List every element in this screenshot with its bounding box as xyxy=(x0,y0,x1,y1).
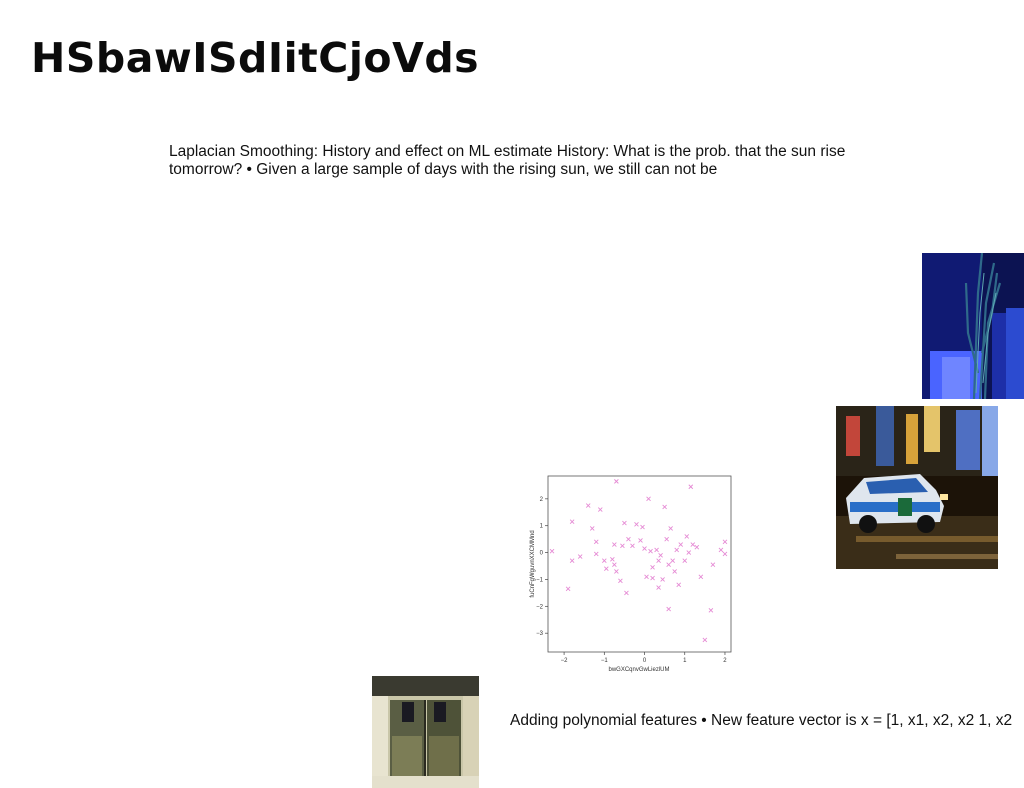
x-tick-label: −1 xyxy=(601,658,609,664)
photo-c-graphic xyxy=(372,676,479,788)
scatter-chart: −2 −1 0 1 2 −3 −2 −1 0 1 2 bwGXCqnvGwLiezlUM fuCn… xyxy=(522,472,742,677)
x-tick-label: 0 xyxy=(643,658,647,664)
y-tick-label: −1 xyxy=(536,577,544,583)
y-tick-label: 0 xyxy=(540,551,544,557)
scatter-svg: −2 −1 0 1 2 −3 −2 −1 0 1 2 bwGXCqnvGwLiezlUM fuCn… xyxy=(530,475,732,673)
city-taxi-photo xyxy=(836,406,998,569)
x-tick-label: −2 xyxy=(561,658,569,664)
slide-title: HSbawISdIitCjoVds xyxy=(31,34,480,82)
photo-b-graphic xyxy=(836,406,998,569)
x-tick-label: 1 xyxy=(683,658,687,664)
y-tick-label: 1 xyxy=(540,524,544,530)
y-tick-label: −3 xyxy=(536,631,544,637)
plot-frame xyxy=(547,475,732,653)
polynomial-caption: Adding polynomial features • New feature… xyxy=(510,712,1013,729)
night-building-photo xyxy=(922,253,1024,399)
y-tick-label: 2 xyxy=(540,497,544,503)
temple-doorway-photo xyxy=(372,676,479,788)
y-axis-label: fuCnFgWguvnXXCMMnd xyxy=(530,530,536,597)
x-tick-label: 2 xyxy=(723,658,727,664)
body-paragraph: Laplacian Smoothing: History and effect … xyxy=(169,143,846,178)
x-axis-label: bwGXCqnvGwLiezlUM xyxy=(608,667,669,673)
y-tick-label: −2 xyxy=(536,604,544,610)
photo-a-graphic xyxy=(922,253,1024,399)
